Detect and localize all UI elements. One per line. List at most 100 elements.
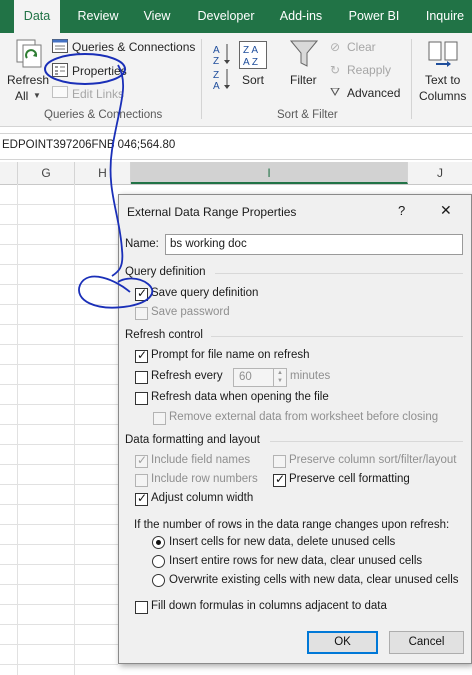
- grid-line: [0, 404, 118, 405]
- properties-button[interactable]: Properties: [72, 64, 127, 78]
- grid-line: [0, 524, 118, 525]
- radio-overwrite[interactable]: [152, 574, 165, 587]
- grid-line: [74, 184, 75, 675]
- name-input[interactable]: bs working doc: [165, 234, 463, 255]
- grid-line: [0, 224, 118, 225]
- preserve-cell-formatting-checkbox[interactable]: ✓: [273, 472, 286, 487]
- preserve-cell-formatting-label[interactable]: Preserve cell formatting: [289, 473, 410, 485]
- svg-text:Z: Z: [213, 70, 219, 81]
- svg-text:A: A: [213, 81, 220, 91]
- properties-icon[interactable]: [52, 63, 68, 77]
- tab-add-ins[interactable]: Add-ins: [272, 0, 330, 33]
- checkmark-icon: ✓: [137, 286, 148, 300]
- refresh-all-label-2[interactable]: All: [15, 89, 28, 103]
- grid-line: [0, 504, 118, 505]
- tab-data[interactable]: Data: [14, 0, 60, 33]
- checkmark-icon: ✓: [275, 472, 286, 486]
- ribbon-separator: [201, 39, 202, 119]
- grid-line: [0, 564, 118, 565]
- radio-insert-rows-label[interactable]: Insert entire rows for new data, clear u…: [169, 555, 422, 567]
- cancel-button[interactable]: Cancel: [389, 631, 464, 654]
- edit-links-button: Edit Links: [72, 87, 125, 101]
- radio-overwrite-label[interactable]: Overwrite existing cells with new data, …: [169, 574, 459, 586]
- rows-change-prompt: If the number of rows in the data range …: [134, 519, 450, 531]
- refresh-on-open-checkbox[interactable]: [135, 392, 148, 405]
- radio-insert-cells[interactable]: [152, 536, 165, 549]
- grid-line: [17, 184, 18, 675]
- prompt-file-name-label[interactable]: Prompt for file name on refresh: [151, 349, 310, 361]
- column-header-h[interactable]: H: [75, 162, 131, 184]
- grid-line: [0, 444, 118, 445]
- ok-button[interactable]: OK: [307, 631, 378, 654]
- fill-down-label[interactable]: Fill down formulas in columns adjacent t…: [151, 600, 387, 612]
- sort-button[interactable]: Sort: [242, 73, 264, 87]
- svg-text:A Z: A Z: [243, 57, 258, 68]
- ribbon-tab-bar: Data Review View Developer Add-ins Power…: [0, 0, 472, 33]
- sort-az-icon[interactable]: A Z Z A: [212, 41, 232, 92]
- text-to-columns-icon[interactable]: [428, 40, 458, 68]
- column-header-j[interactable]: J: [408, 162, 472, 184]
- advanced-button[interactable]: Advanced: [347, 86, 400, 100]
- include-row-numbers-checkbox: [135, 474, 148, 487]
- column-header-g[interactable]: G: [18, 162, 75, 184]
- close-button[interactable]: ✕: [440, 202, 452, 219]
- refresh-every-label[interactable]: Refresh every: [151, 370, 223, 382]
- grid-line: [0, 484, 118, 485]
- section-divider: [211, 336, 463, 337]
- group-label-sort-filter: Sort & Filter: [277, 109, 338, 121]
- tab-review[interactable]: Review: [70, 0, 126, 33]
- save-query-definition-label[interactable]: Save query definition: [151, 287, 258, 299]
- queries-connections-button[interactable]: Queries & Connections: [72, 40, 195, 54]
- radio-selected-dot: [156, 540, 161, 545]
- svg-text:Z A: Z A: [243, 45, 258, 56]
- formula-bar-content[interactable]: EDPOINT397206FNB 046;564.80: [2, 139, 175, 151]
- queries-connections-icon[interactable]: [52, 39, 68, 53]
- refresh-all-label[interactable]: Refresh: [7, 73, 49, 87]
- column-header-row: G H I J: [0, 162, 472, 185]
- advanced-filter-icon[interactable]: ⛛: [330, 85, 340, 100]
- refresh-every-checkbox[interactable]: [135, 371, 148, 384]
- help-button[interactable]: ?: [398, 203, 405, 218]
- fill-down-checkbox[interactable]: [135, 601, 148, 614]
- group-label-queries: Queries & Connections: [44, 109, 163, 121]
- refresh-on-open-label[interactable]: Refresh data when opening the file: [151, 391, 329, 403]
- grid-line: [0, 644, 118, 645]
- include-row-numbers-label: Include row numbers: [151, 473, 258, 485]
- svg-text:A: A: [213, 45, 220, 56]
- tab-view[interactable]: View: [134, 0, 180, 33]
- svg-text:Z: Z: [213, 56, 219, 67]
- preserve-sort-checkbox: [273, 455, 286, 468]
- include-field-names-checkbox: ✓: [135, 453, 148, 468]
- grid-line: [0, 424, 118, 425]
- column-header-i[interactable]: I: [131, 162, 408, 184]
- radio-insert-rows[interactable]: [152, 555, 165, 568]
- include-field-names-label: Include field names: [151, 454, 251, 466]
- chevron-down-icon: ▼: [33, 91, 41, 100]
- tab-developer[interactable]: Developer: [192, 0, 260, 33]
- clear-icon: ⊘: [330, 40, 341, 54]
- tab-power-bi[interactable]: Power BI: [342, 0, 406, 33]
- prompt-file-name-checkbox[interactable]: ✓: [135, 348, 148, 363]
- filter-icon[interactable]: [289, 39, 319, 69]
- formula-bar[interactable]: EDPOINT397206FNB 046;564.80: [0, 133, 472, 160]
- save-query-definition-checkbox[interactable]: ✓: [135, 286, 148, 301]
- ribbon-body: Refresh All ▼ Queries & Connections Prop…: [0, 33, 472, 127]
- filter-button[interactable]: Filter: [290, 73, 317, 87]
- radio-insert-cells-label[interactable]: Insert cells for new data, delete unused…: [169, 536, 395, 548]
- sort-icon[interactable]: Z A A Z: [239, 41, 267, 69]
- ribbon-separator: [411, 39, 412, 119]
- adjust-column-width-checkbox[interactable]: ✓: [135, 491, 148, 506]
- adjust-column-width-label[interactable]: Adjust column width: [151, 492, 253, 504]
- tab-inquire[interactable]: Inquire: [418, 0, 472, 33]
- column-header-blank[interactable]: [0, 162, 18, 184]
- clear-button: Clear: [347, 40, 376, 54]
- refresh-all-icon[interactable]: [14, 38, 44, 70]
- text-to-label[interactable]: Text to: [425, 73, 460, 87]
- spinner-arrows-icon: ▲ ▼: [273, 369, 286, 386]
- columns-label[interactable]: Columns: [419, 89, 466, 103]
- grid-line: [0, 584, 118, 585]
- name-input-value[interactable]: bs working doc: [170, 238, 247, 250]
- grid-line: [0, 204, 118, 205]
- section-divider: [270, 441, 463, 442]
- grid-line: [0, 284, 118, 285]
